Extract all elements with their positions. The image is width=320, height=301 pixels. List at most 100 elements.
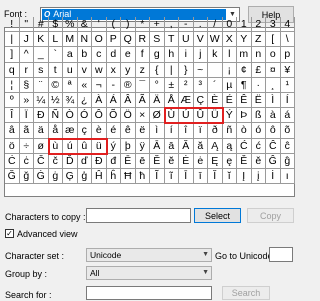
copy-button[interactable]: Copy <box>247 208 294 223</box>
character-cell[interactable]: ć <box>251 138 266 154</box>
character-cell[interactable]: ' <box>92 17 107 33</box>
character-cell[interactable]: d <box>106 47 121 63</box>
character-cell[interactable]: Ü <box>208 108 223 124</box>
character-cell[interactable]: Ħ <box>121 169 136 185</box>
character-cell[interactable]: R <box>135 32 150 48</box>
character-cell[interactable]: ª <box>63 77 78 93</box>
character-cell[interactable]: Î <box>5 108 20 124</box>
character-cell[interactable]: Ú <box>179 108 194 124</box>
character-cell[interactable] <box>208 62 223 78</box>
character-cell[interactable]: Ĕ <box>150 153 165 169</box>
character-cell[interactable]: Û <box>193 108 208 124</box>
character-cell[interactable]: · <box>251 77 266 93</box>
character-cell[interactable]: g <box>150 47 165 63</box>
character-cell[interactable]: K <box>34 32 49 48</box>
character-cell[interactable]: ħ <box>135 169 150 185</box>
character-cell[interactable]: Ç <box>193 93 208 109</box>
character-cell[interactable]: ý <box>106 138 121 154</box>
character-cell[interactable]: m <box>237 47 252 63</box>
character-cell[interactable]: Í <box>280 93 295 109</box>
character-cell[interactable]: ę <box>222 153 237 169</box>
character-cell[interactable]: ú <box>63 138 78 154</box>
character-cell[interactable]: V <box>193 32 208 48</box>
character-cell[interactable]: þ <box>121 138 136 154</box>
character-cell[interactable]: º <box>5 93 20 109</box>
character-cell[interactable]: µ <box>222 77 237 93</box>
character-cell[interactable]: É <box>222 93 237 109</box>
characters-to-copy-input[interactable] <box>86 208 191 223</box>
character-cell[interactable]: Â <box>121 93 136 109</box>
character-cell[interactable]: Ě <box>237 153 252 169</box>
character-cell[interactable]: b <box>77 47 92 63</box>
character-cell[interactable]: ĥ <box>106 169 121 185</box>
character-cell[interactable]: Č <box>34 153 49 169</box>
character-cell[interactable]: Ğ <box>5 169 20 185</box>
character-cell[interactable]: Ĝ <box>266 153 281 169</box>
character-cell[interactable]: Á <box>106 93 121 109</box>
character-cell[interactable]: ¾ <box>63 93 78 109</box>
character-cell[interactable]: ¥ <box>280 62 295 78</box>
character-cell[interactable]: Ā <box>150 138 165 154</box>
character-cell[interactable]: k <box>208 47 223 63</box>
character-cell[interactable]: l <box>222 47 237 63</box>
character-cell[interactable]: Ï <box>19 108 34 124</box>
character-cell[interactable]: ß <box>251 108 266 124</box>
character-cell[interactable]: í <box>164 123 179 139</box>
character-cell[interactable]: X <box>222 32 237 48</box>
character-cell[interactable]: Ĩ <box>150 169 165 185</box>
character-cell[interactable]: ġ <box>48 169 63 185</box>
character-cell[interactable]: £ <box>251 62 266 78</box>
search-button[interactable]: Search <box>222 286 270 300</box>
character-cell[interactable]: T <box>164 32 179 48</box>
character-cell[interactable]: v <box>77 62 92 78</box>
character-cell[interactable]: + <box>150 17 165 33</box>
character-cell[interactable]: Ì <box>266 93 281 109</box>
character-cell[interactable]: Ċ <box>5 153 20 169</box>
character-cell[interactable]: æ <box>63 123 78 139</box>
character-cell[interactable]: Ė <box>179 153 194 169</box>
character-cell[interactable]: | <box>164 62 179 78</box>
character-cell[interactable]: ¸ <box>266 77 281 93</box>
character-cell[interactable]: S <box>150 32 165 48</box>
character-cell[interactable]: ` <box>48 47 63 63</box>
character-cell[interactable]: o <box>266 47 281 63</box>
character-cell[interactable]: ē <box>135 153 150 169</box>
character-cell[interactable]: P <box>106 32 121 48</box>
character-cell[interactable]: ¡ <box>222 62 237 78</box>
character-cell[interactable]: ĕ <box>164 153 179 169</box>
character-cell[interactable]: [ <box>266 32 281 48</box>
character-cell[interactable]: ~ <box>193 62 208 78</box>
character-cell[interactable]: Ď <box>63 153 78 169</box>
advanced-view-checkbox[interactable]: ✓ <box>5 229 14 238</box>
character-cell[interactable]: » <box>19 93 34 109</box>
character-cell[interactable]: Õ <box>106 108 121 124</box>
character-cell[interactable]: { <box>150 62 165 78</box>
character-cell[interactable]: " <box>19 17 34 33</box>
character-cell[interactable]: x <box>106 62 121 78</box>
character-cell[interactable]: _ <box>34 47 49 63</box>
character-cell[interactable]: ö <box>5 138 20 154</box>
search-input[interactable] <box>86 286 212 300</box>
character-cell[interactable]: ñ <box>222 123 237 139</box>
character-cell[interactable]: Ć <box>237 138 252 154</box>
character-cell[interactable]: ÷ <box>19 138 34 154</box>
character-cell[interactable]: h <box>164 47 179 63</box>
character-cell[interactable]: f <box>135 47 150 63</box>
character-cell[interactable]: Ò <box>63 108 78 124</box>
character-cell[interactable]: â <box>5 123 20 139</box>
character-cell[interactable]: ^ <box>19 47 34 63</box>
character-cell[interactable]: O <box>92 32 107 48</box>
character-cell[interactable]: Ô <box>92 108 107 124</box>
character-cell[interactable]: û <box>77 138 92 154</box>
character-cell[interactable]: ¬ <box>92 77 107 93</box>
character-cell[interactable]: ® <box>121 77 136 93</box>
character-cell[interactable]: - <box>179 17 194 33</box>
character-cell[interactable]: Ó <box>77 108 92 124</box>
character-cell[interactable]: Ē <box>121 153 136 169</box>
character-cell[interactable]: ] <box>5 47 20 63</box>
character-cell[interactable]: u <box>63 62 78 78</box>
character-set-dropdown[interactable]: Unicode ▼ <box>86 248 212 262</box>
character-cell[interactable]: t <box>48 62 63 78</box>
character-cell[interactable]: ¨ <box>34 77 49 93</box>
character-grid[interactable]: ! " # $% & '() * +, -./0 1 2 3 4 | J K L M N O P Q R S T U V W X Y Z[\… <box>4 17 295 197</box>
